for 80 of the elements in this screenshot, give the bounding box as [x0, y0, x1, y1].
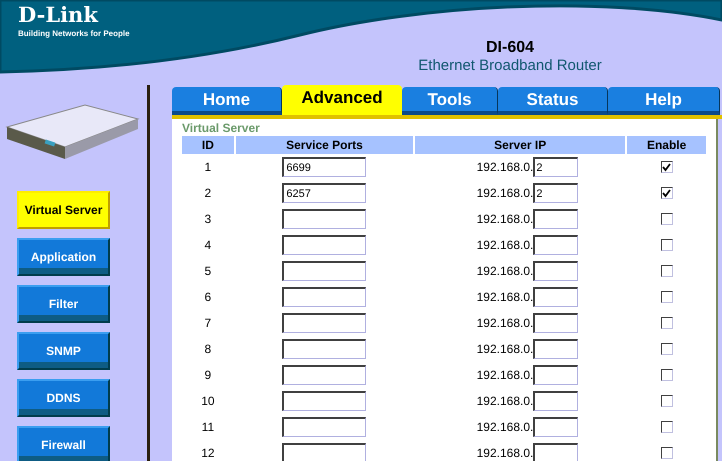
model-name: DI-604 — [486, 38, 534, 57]
ip-suffix-field[interactable] — [533, 417, 578, 437]
product-subtitle: Ethernet Broadband Router — [418, 57, 602, 75]
nav-tab[interactable]: Tools — [402, 87, 498, 115]
ip-prefix: 192.168.0. — [476, 419, 534, 436]
enable-checkbox[interactable] — [660, 447, 673, 459]
service-port-field[interactable]: 6257 — [282, 183, 366, 203]
enable-checkbox[interactable] — [660, 317, 673, 329]
ip-suffix-field[interactable]: 2 — [533, 157, 578, 177]
sidebar-button[interactable]: Firewall — [17, 426, 110, 461]
service-port-field[interactable] — [282, 313, 366, 333]
service-port-field[interactable] — [282, 365, 366, 385]
sidebar-button[interactable]: DDNS — [17, 379, 110, 417]
service-port-field[interactable]: 6699 — [282, 157, 366, 177]
ip-prefix: 192.168.0. — [476, 445, 534, 461]
column-header: Server IP — [415, 136, 626, 154]
nav-tab[interactable]: Home — [172, 87, 282, 115]
sidebar-button[interactable]: Virtual Server — [17, 191, 110, 229]
row-id: 12 — [201, 445, 215, 461]
ip-suffix-field[interactable]: 2 — [533, 183, 578, 203]
enable-checkbox[interactable] — [660, 239, 673, 251]
service-port-field[interactable] — [282, 261, 366, 281]
service-port-field[interactable] — [282, 339, 366, 359]
row-id: 3 — [204, 211, 212, 228]
sidebar-button[interactable]: SNMP — [17, 332, 110, 370]
nav-tab[interactable]: Advanced — [282, 85, 402, 115]
ip-suffix-field[interactable] — [533, 235, 578, 255]
service-port-field[interactable] — [282, 235, 366, 255]
ip-prefix: 192.168.0. — [476, 341, 534, 358]
ip-prefix: 192.168.0. — [476, 237, 534, 254]
enable-checkbox[interactable] — [660, 265, 673, 277]
sidebar-button[interactable]: Application — [17, 238, 110, 276]
row-id: 8 — [204, 341, 212, 358]
ip-prefix: 192.168.0. — [476, 393, 534, 410]
ip-suffix-field[interactable] — [533, 443, 578, 461]
ip-prefix: 192.168.0. — [476, 185, 534, 202]
row-id: 5 — [204, 263, 212, 280]
nav-tab[interactable]: Help — [608, 87, 720, 115]
row-id: 2 — [204, 185, 212, 202]
sidebar-button[interactable]: Filter — [17, 285, 110, 323]
ip-prefix: 192.168.0. — [476, 315, 534, 332]
ip-suffix-field[interactable] — [533, 391, 578, 411]
row-id: 9 — [204, 367, 212, 384]
enable-checkbox[interactable] — [660, 369, 673, 381]
service-port-field[interactable] — [282, 209, 366, 229]
ip-prefix: 192.168.0. — [476, 211, 534, 228]
row-id: 4 — [204, 237, 212, 254]
row-id: 7 — [204, 315, 212, 332]
section-title: Virtual Server — [182, 121, 260, 136]
column-header: ID — [182, 136, 234, 154]
column-header: Service Ports — [236, 136, 414, 154]
enable-checkbox[interactable] — [660, 213, 673, 225]
service-port-field[interactable] — [282, 287, 366, 307]
enable-checkbox[interactable] — [660, 343, 673, 355]
ip-prefix: 192.168.0. — [476, 263, 534, 280]
ip-suffix-field[interactable] — [533, 365, 578, 385]
ip-suffix-field[interactable] — [533, 287, 578, 307]
ip-prefix: 192.168.0. — [476, 159, 534, 176]
row-id: 11 — [202, 419, 214, 436]
row-id: 1 — [204, 159, 212, 176]
tagline: Building Networks for People — [18, 29, 130, 39]
service-port-field[interactable] — [282, 417, 366, 437]
row-id: 6 — [204, 289, 212, 306]
ip-suffix-field[interactable] — [533, 209, 578, 229]
row-id: 10 — [201, 393, 215, 410]
enable-checkbox[interactable] — [660, 421, 673, 433]
service-port-field[interactable] — [282, 443, 366, 461]
ip-prefix: 192.168.0. — [476, 289, 534, 306]
service-port-field[interactable] — [282, 391, 366, 411]
ip-suffix-field[interactable] — [533, 261, 578, 281]
enable-checkbox[interactable] — [660, 291, 673, 303]
ip-suffix-field[interactable] — [533, 313, 578, 333]
column-header: Enable — [627, 136, 706, 154]
logo: D-Link — [18, 3, 100, 27]
ip-suffix-field[interactable] — [533, 339, 578, 359]
enable-checkbox[interactable] — [660, 161, 673, 173]
enable-checkbox[interactable] — [660, 187, 673, 199]
enable-checkbox[interactable] — [660, 395, 673, 407]
ip-prefix: 192.168.0. — [476, 367, 534, 384]
nav-tab[interactable]: Status — [498, 87, 608, 115]
